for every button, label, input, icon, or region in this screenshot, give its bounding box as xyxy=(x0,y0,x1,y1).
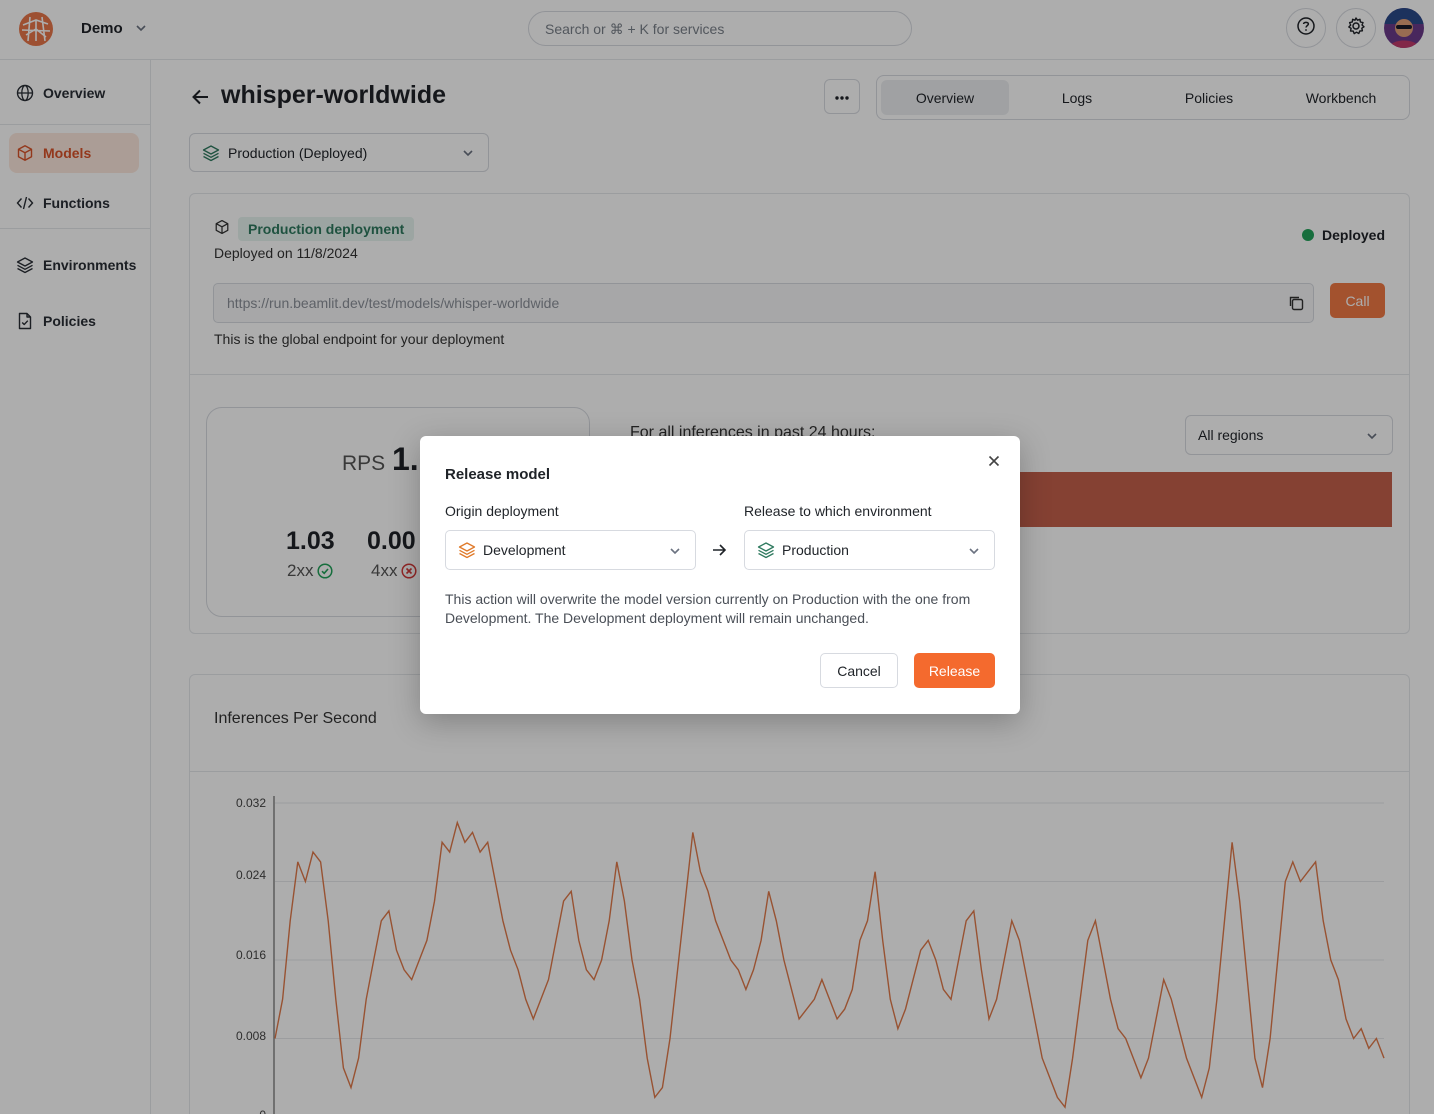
release-model-dialog: Release model Origin deployment Release … xyxy=(420,436,1020,714)
target-select-value: Production xyxy=(782,542,849,558)
layers-icon xyxy=(757,541,775,559)
cancel-button[interactable]: Cancel xyxy=(820,653,898,688)
chevron-down-icon xyxy=(966,543,982,559)
layers-icon xyxy=(458,541,476,559)
dialog-title: Release model xyxy=(445,466,551,483)
origin-label: Origin deployment xyxy=(445,503,559,519)
dialog-description: This action will overwrite the model ver… xyxy=(445,591,971,626)
target-label: Release to which environment xyxy=(744,503,932,519)
close-icon[interactable] xyxy=(986,453,1002,469)
origin-select-value: Development xyxy=(483,542,566,558)
release-button[interactable]: Release xyxy=(914,653,995,688)
origin-deployment-select[interactable]: Development xyxy=(445,530,696,570)
chevron-down-icon xyxy=(667,543,683,559)
target-environment-select[interactable]: Production xyxy=(744,530,995,570)
arrow-right-icon xyxy=(710,541,728,559)
